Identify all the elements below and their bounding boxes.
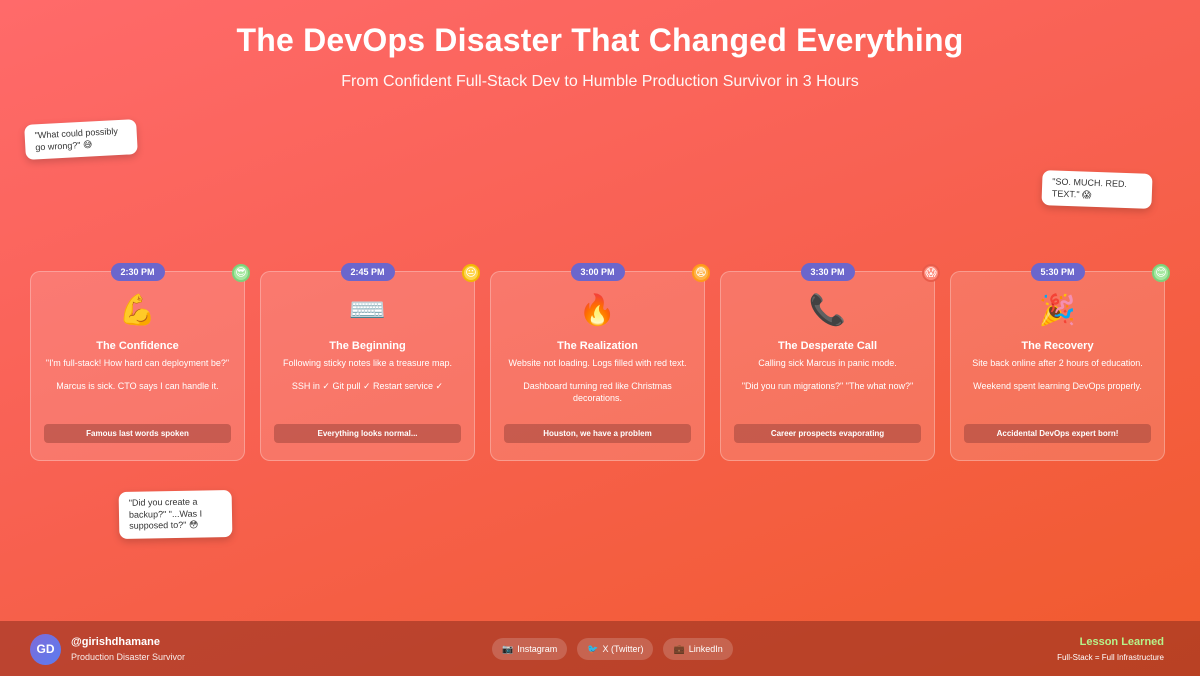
timeline-card-confidence: 2:30 PM 😎 💪 The Confidence "I'm full-sta…	[30, 263, 250, 461]
social-label: LinkedIn	[688, 644, 723, 654]
card-description-line: Marcus is sick. CTO says I can handle it…	[56, 381, 219, 392]
card-description-line: Following sticky notes like a treasure m…	[282, 358, 453, 368]
card-footer-label: Career prospects evaporating	[734, 424, 921, 443]
briefcase-icon: 💼	[673, 644, 685, 654]
card-description: "I'm full-stack! How hard can deployment…	[31, 357, 244, 392]
card-title: The Confidence	[96, 340, 179, 352]
mood-icon: 😊	[1152, 264, 1170, 282]
card-title: The Beginning	[329, 340, 406, 352]
flexed-biceps-icon: 💪	[118, 294, 157, 327]
card-description: Calling sick Marcus in panic mode. "Did …	[721, 357, 934, 392]
card-description-line: "I'm full-stack! How hard can deployment…	[45, 358, 230, 368]
quote-bubble-red-text: "SO. MUCH. RED. TEXT." 😱	[1041, 170, 1153, 210]
lesson-subtitle: Full-Stack = Full Infrastructure	[1057, 653, 1164, 662]
mood-icon: 😐	[462, 264, 480, 282]
card-footer-label: Houston, we have a problem	[504, 424, 691, 443]
twitter-link[interactable]: 🐦 X (Twitter)	[577, 638, 654, 660]
author-role: Production Disaster Survivor	[71, 652, 186, 662]
mood-icon: 😱	[922, 264, 940, 282]
social-links: 📷 Instagram 🐦 X (Twitter) 💼 LinkedIn	[492, 638, 733, 660]
mood-icon: 😎	[232, 264, 250, 282]
lesson-title: Lesson Learned	[1079, 636, 1164, 648]
linkedin-link[interactable]: 💼 LinkedIn	[663, 638, 733, 660]
time-badge: 2:45 PM	[340, 263, 395, 281]
keyboard-icon: ⌨️	[348, 294, 387, 327]
card-title: The Desperate Call	[777, 340, 878, 352]
card-description-line: Site back online after 2 hours of educat…	[972, 358, 1143, 368]
social-label: X (Twitter)	[602, 644, 644, 654]
card-description-line: Calling sick Marcus in panic mode.	[758, 358, 897, 368]
page-subtitle: From Confident Full-Stack Dev to Humble …	[341, 73, 859, 90]
author-handle: @girishdhamane	[71, 636, 160, 648]
card-description: Following sticky notes like a treasure m…	[261, 357, 474, 392]
social-label: Instagram	[517, 644, 558, 654]
mood-icon: 😨	[692, 264, 710, 282]
card-description: Website not loading. Logs filled with re…	[491, 357, 704, 404]
card-description-line: SSH in ✓ Git pull ✓ Restart service ✓	[291, 381, 444, 392]
card-description-line: Weekend spent learning DevOps properly.	[973, 381, 1142, 392]
quote-bubble-what-could-go-wrong: "What could possibly go wrong?" 😅	[24, 119, 138, 161]
card-footer-label: Accidental DevOps expert born!	[964, 424, 1151, 443]
card-title: The Recovery	[1021, 340, 1094, 352]
time-badge: 2:30 PM	[110, 263, 165, 281]
footer-bar: GD @girishdhamane Production Disaster Su…	[0, 621, 1200, 676]
card-description: Site back online after 2 hours of educat…	[951, 357, 1164, 392]
instagram-link[interactable]: 📷 Instagram	[492, 638, 568, 660]
time-badge: 3:30 PM	[800, 263, 855, 281]
avatar: GD	[30, 634, 61, 665]
timeline-card-beginning: 2:45 PM 😐 ⌨️ The Beginning Following sti…	[260, 263, 480, 461]
card-description-line: Dashboard turning red like Christmas dec…	[523, 381, 672, 404]
timeline-card-realization: 3:00 PM 😨 🔥 The Realization Website not …	[490, 263, 710, 461]
timeline-card-recovery: 5:30 PM 😊 🎉 The Recovery Site back onlin…	[950, 263, 1170, 461]
bird-icon: 🐦	[587, 644, 599, 654]
page-title: The DevOps Disaster That Changed Everyth…	[236, 22, 964, 58]
timeline-cards: 2:30 PM 😎 💪 The Confidence "I'm full-sta…	[30, 263, 1170, 461]
card-footer-label: Famous last words spoken	[44, 424, 231, 443]
card-footer-label: Everything looks normal...	[274, 424, 461, 443]
time-badge: 3:00 PM	[570, 263, 625, 281]
party-popper-icon: 🎉	[1038, 294, 1077, 327]
fire-icon: 🔥	[578, 294, 617, 327]
card-description-line: "Did you run migrations?" "The what now?…	[741, 381, 914, 392]
card-description-line: Website not loading. Logs filled with re…	[508, 358, 687, 368]
timeline-card-desperate-call: 3:30 PM 😱 📞 The Desperate Call Calling s…	[720, 263, 940, 461]
card-title: The Realization	[557, 340, 638, 352]
header: The DevOps Disaster That Changed Everyth…	[0, 22, 1200, 91]
camera-icon: 📷	[502, 644, 514, 654]
quote-bubble-backup: "Did you create a backup?" "...Was I sup…	[118, 490, 233, 540]
telephone-icon: 📞	[808, 294, 847, 327]
time-badge: 5:30 PM	[1030, 263, 1085, 281]
